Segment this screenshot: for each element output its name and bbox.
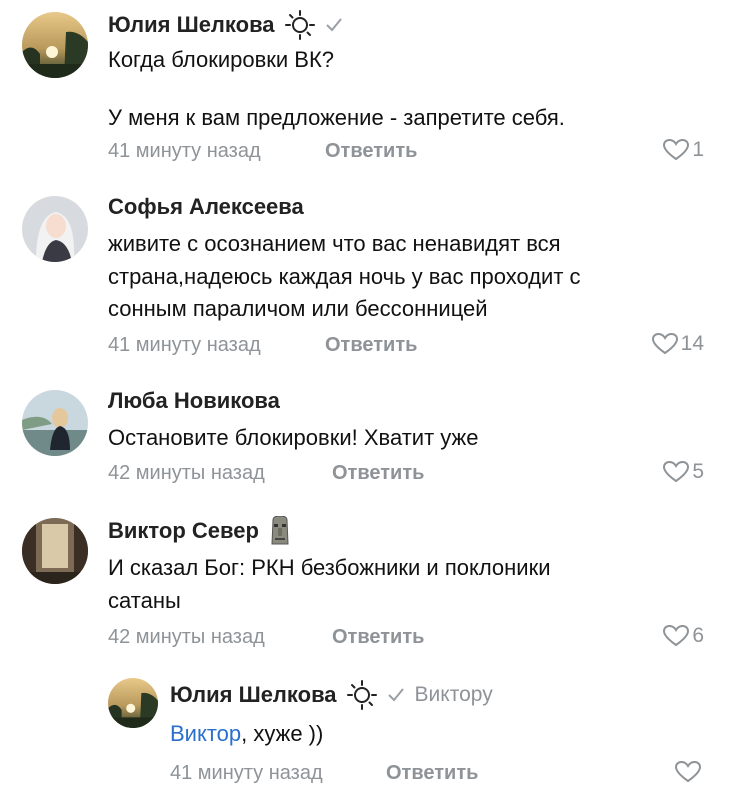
- like-button[interactable]: 6: [662, 624, 704, 648]
- comment-timestamp: 41 минуту назад: [108, 334, 261, 356]
- comment-author[interactable]: Софья Алексеева: [108, 194, 304, 220]
- reply-to-user[interactable]: Виктору: [415, 683, 493, 707]
- like-count: 6: [692, 624, 704, 647]
- avatar[interactable]: [22, 390, 88, 456]
- like-count: 14: [680, 332, 704, 355]
- comment-text: У меня к вам предложение - запретите себ…: [108, 105, 565, 130]
- comment-timestamp: 41 минуту назад: [170, 762, 323, 784]
- user-mention-link[interactable]: Виктор: [170, 721, 241, 746]
- sun-emoji-icon: [284, 10, 315, 40]
- comment-text: И сказал Бог: РКН безбожники и поклоники: [108, 555, 551, 580]
- comment-text: Виктор, хуже )): [170, 718, 323, 749]
- checkmark-icon: [387, 688, 404, 702]
- reply-button[interactable]: Ответить: [325, 140, 417, 163]
- comment-timestamp: 42 минуты назад: [108, 462, 265, 484]
- sun-emoji-icon: [346, 680, 377, 710]
- comment-text: живите с осознанием что вас ненавидят вс…: [108, 231, 561, 256]
- heart-icon: [663, 138, 690, 161]
- avatar[interactable]: [22, 12, 88, 78]
- comment-author[interactable]: Виктор Север: [108, 516, 291, 546]
- like-count: 1: [692, 138, 704, 161]
- comment-timestamp: 42 минуты назад: [108, 626, 265, 648]
- heart-icon: [663, 624, 690, 647]
- avatar[interactable]: [22, 518, 88, 584]
- comment-timestamp: 41 минуту назад: [108, 140, 261, 162]
- comment-text: Когда блокировки ВК?: [108, 47, 335, 72]
- like-count: 5: [692, 460, 704, 483]
- like-button[interactable]: 14: [651, 332, 704, 356]
- avatar[interactable]: [22, 196, 88, 262]
- reply-button[interactable]: Ответить: [386, 762, 478, 785]
- like-button[interactable]: 5: [662, 460, 704, 484]
- reply-button[interactable]: Ответить: [332, 462, 424, 485]
- heart-icon: [651, 332, 678, 355]
- comment-text: сонным параличом или бессонницей: [108, 296, 488, 321]
- comment-author[interactable]: Люба Новикова: [108, 388, 280, 414]
- reply-button[interactable]: Ответить: [325, 334, 417, 357]
- moai-emoji-icon: [271, 516, 289, 545]
- comment-text: страна,надеюсь каждая ночь у вас проходи…: [108, 264, 581, 289]
- reply-text: , хуже )): [241, 721, 324, 746]
- heart-icon: [674, 760, 702, 783]
- comment-text: сатаны: [108, 588, 181, 613]
- avatar[interactable]: [108, 678, 158, 728]
- heart-icon: [663, 460, 690, 483]
- like-button[interactable]: [674, 760, 704, 784]
- like-button[interactable]: 1: [662, 138, 704, 162]
- checkmark-icon: [325, 18, 342, 32]
- comment-text: Остановите блокировки! Хватит уже: [108, 425, 479, 450]
- comment-author[interactable]: Юлия Шелкова: [108, 10, 343, 40]
- reply-button[interactable]: Ответить: [332, 626, 424, 649]
- comment-author[interactable]: Юлия Шелкова Виктору: [170, 680, 493, 710]
